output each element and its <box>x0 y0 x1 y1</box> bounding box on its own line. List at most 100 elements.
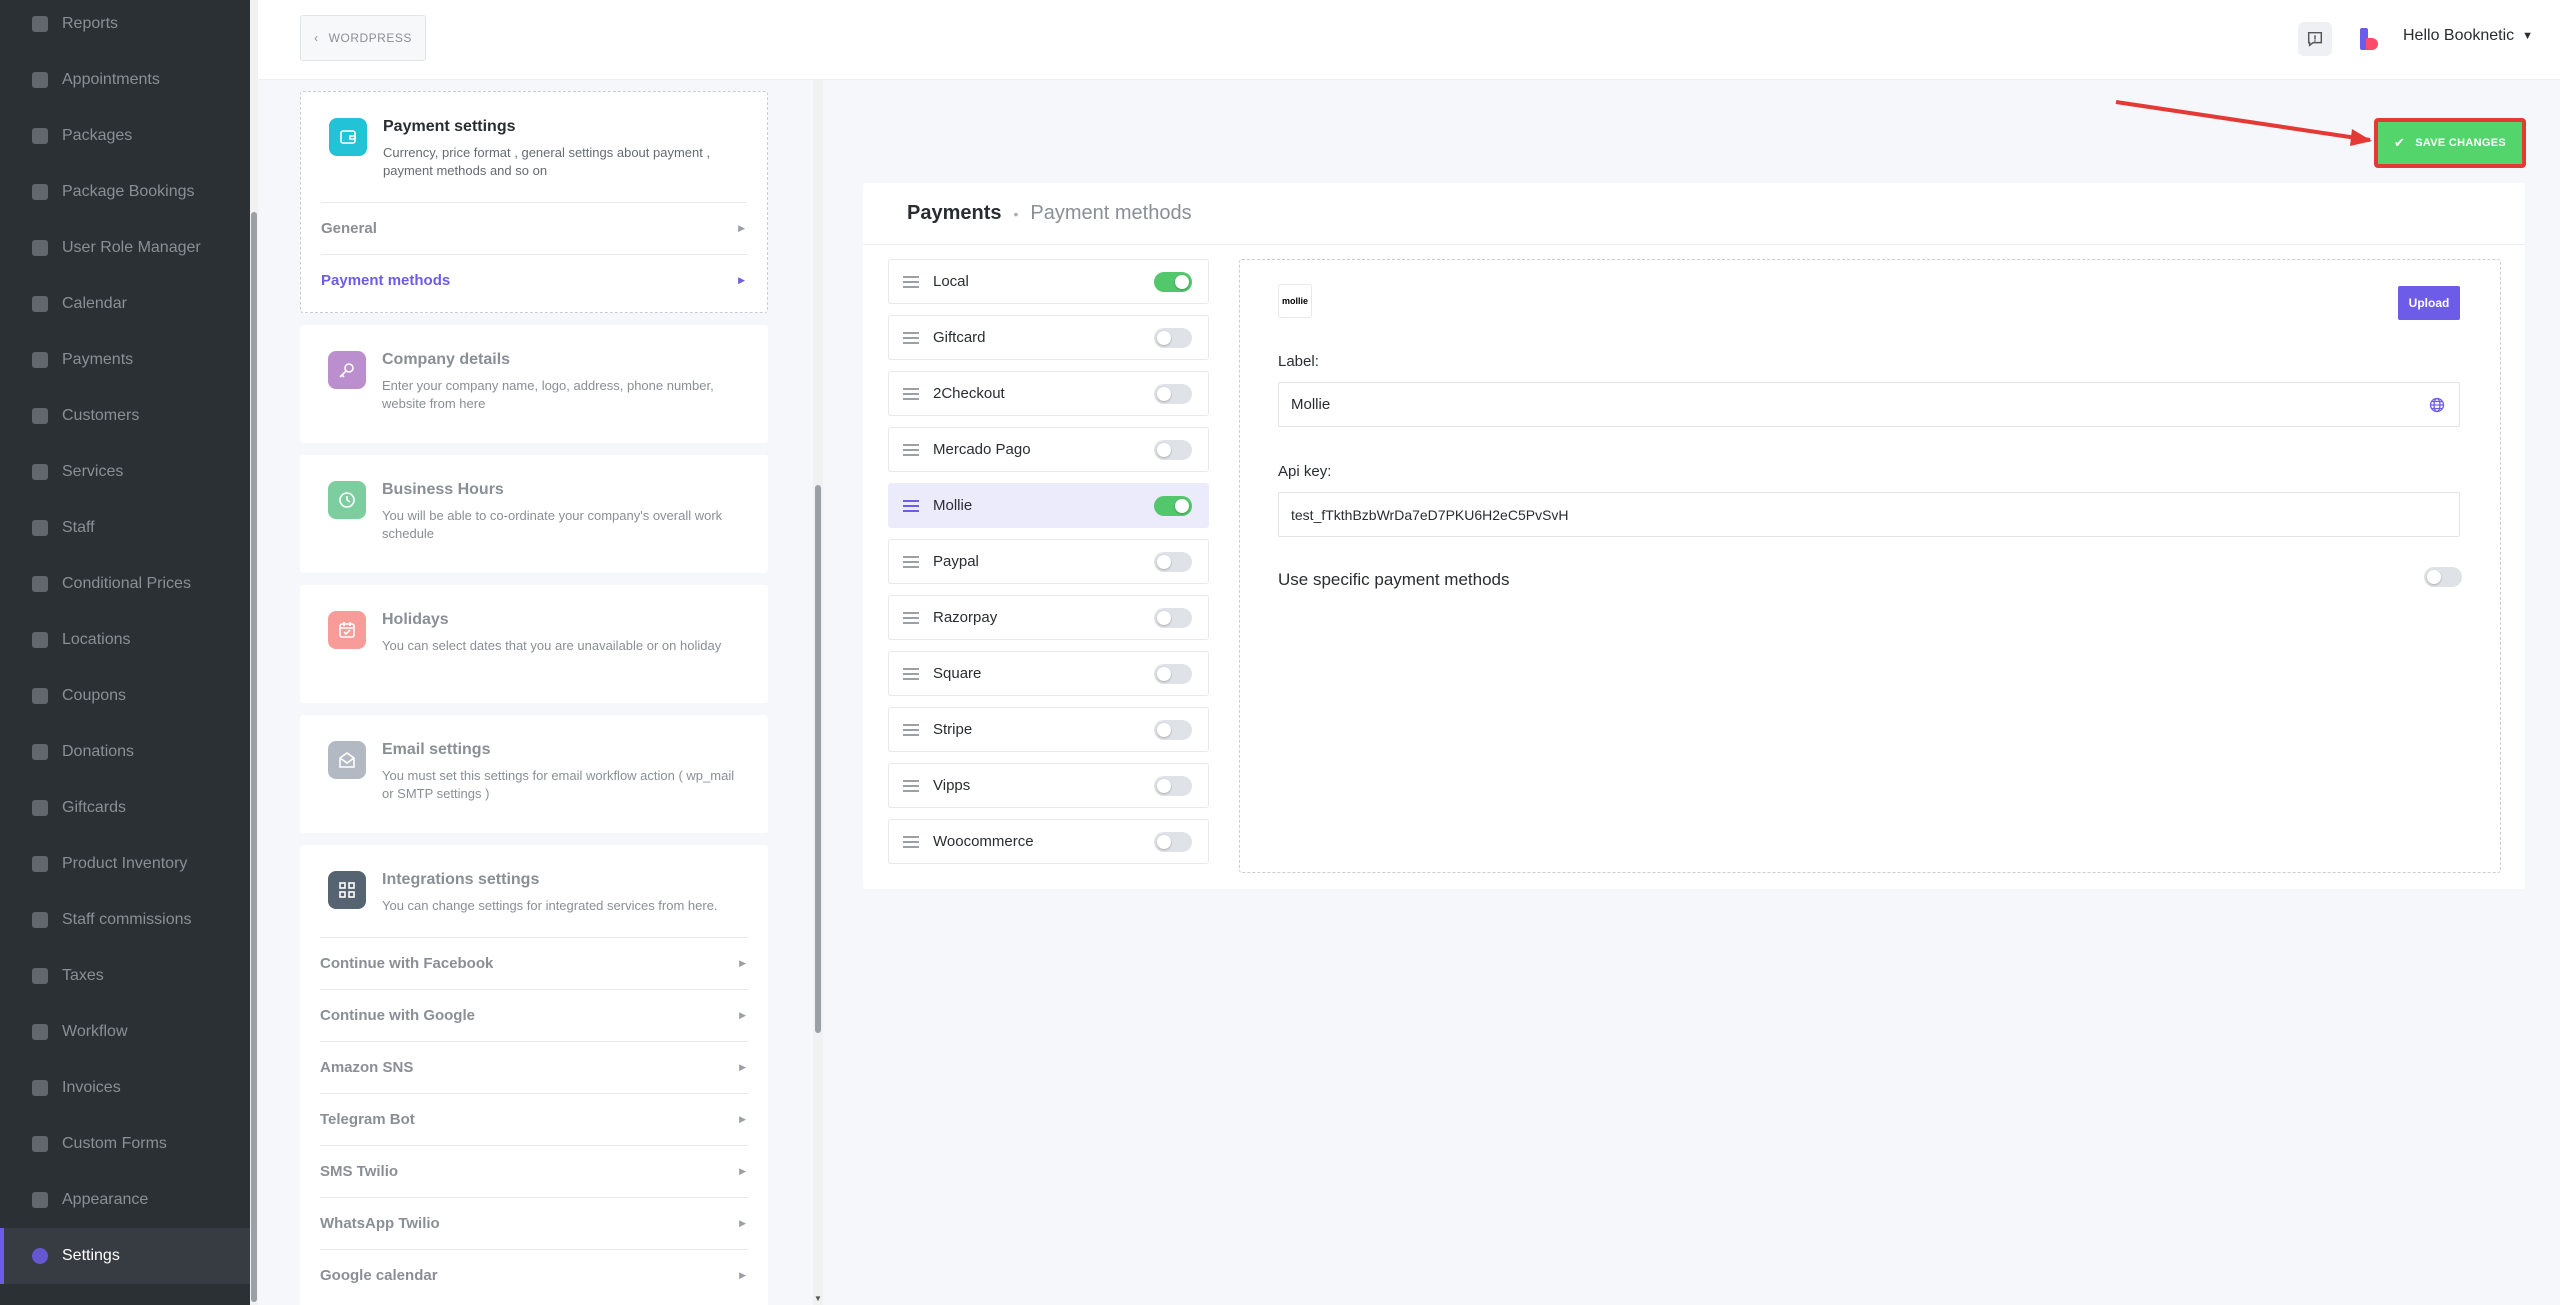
sidebar-item-calendar[interactable]: Calendar <box>0 276 250 332</box>
business-hours-card[interactable]: Business Hours You will be able to co-or… <box>300 455 768 573</box>
gateway-item-giftcard[interactable]: Giftcard <box>888 315 1209 360</box>
sidebar-item-services[interactable]: Services <box>0 444 250 500</box>
gateway-enable-toggle[interactable] <box>1154 608 1192 628</box>
sidebar-item-coupons[interactable]: Coupons <box>0 668 250 724</box>
drag-handle-icon[interactable] <box>903 331 919 344</box>
back-to-wordpress-button[interactable]: ‹ WORDPRESS <box>300 15 426 61</box>
sidebar-item-settings[interactable]: Settings <box>0 1228 250 1284</box>
sidebar-item-appointments[interactable]: Appointments <box>0 52 250 108</box>
drag-handle-icon[interactable] <box>903 275 919 288</box>
sidebar-item-staff[interactable]: Staff <box>0 500 250 556</box>
sidebar-item-packages[interactable]: Packages <box>0 108 250 164</box>
sidebar-item-staff-commissions[interactable]: Staff commissions <box>0 892 250 948</box>
holidays-card[interactable]: Holidays You can select dates that you a… <box>300 585 768 703</box>
drag-handle-icon[interactable] <box>903 611 919 624</box>
settings-panel-scrollbar-thumb[interactable] <box>815 485 821 1033</box>
drag-handle-icon[interactable] <box>903 387 919 400</box>
integrations-settings-card[interactable]: Integrations settings You can change set… <box>300 845 768 1305</box>
sidebar-item-label: Settings <box>62 1247 120 1264</box>
drag-handle-icon[interactable] <box>903 835 919 848</box>
sidebar-item-appearance[interactable]: Appearance <box>0 1172 250 1228</box>
gateway-name: 2Checkout <box>933 385 1005 402</box>
gateway-enable-toggle[interactable] <box>1154 384 1192 404</box>
email-settings-card[interactable]: Email settings You must set this setting… <box>300 715 768 833</box>
sidebar-item-payments[interactable]: Payments <box>0 332 250 388</box>
drag-handle-icon[interactable] <box>903 443 919 456</box>
settings-panel-scrollbar[interactable]: ▼ <box>813 80 823 1305</box>
gateway-item-stripe[interactable]: Stripe <box>888 707 1209 752</box>
gateway-item-square[interactable]: Square <box>888 651 1209 696</box>
gateway-item-razorpay[interactable]: Razorpay <box>888 595 1209 640</box>
sidebar-item-locations[interactable]: Locations <box>0 612 250 668</box>
save-changes-button[interactable]: ✔ SAVE CHANGES <box>2374 118 2526 168</box>
drag-handle-icon[interactable] <box>903 779 919 792</box>
sidebar-item-label: Calendar <box>62 295 127 312</box>
gateway-item-vipps[interactable]: Vipps <box>888 763 1209 808</box>
gateway-enable-toggle[interactable] <box>1154 272 1192 292</box>
sidebar-item-custom-forms[interactable]: Custom Forms <box>0 1116 250 1172</box>
cursor-icon <box>32 576 48 592</box>
sidebar-item-label: Custom Forms <box>62 1135 167 1152</box>
gateway-item-woocommerce[interactable]: Woocommerce <box>888 819 1209 864</box>
payment-settings-header[interactable]: Payment settings Currency, price format … <box>301 92 767 202</box>
integration-item[interactable]: Continue with Facebook ▶ <box>320 937 748 989</box>
drag-handle-icon[interactable] <box>903 555 919 568</box>
email-settings-title: Email settings <box>382 741 491 758</box>
help-chat-icon[interactable] <box>2298 22 2332 56</box>
specific-methods-toggle[interactable] <box>2424 567 2462 587</box>
integration-item[interactable]: WhatsApp Twilio ▶ <box>320 1197 748 1249</box>
integration-item[interactable]: Google calendar ▶ <box>320 1249 748 1301</box>
gateway-enable-toggle[interactable] <box>1154 664 1192 684</box>
drag-handle-icon[interactable] <box>903 667 919 680</box>
gateway-item-paypal[interactable]: Paypal <box>888 539 1209 584</box>
scroll-down-arrow-icon[interactable]: ▼ <box>814 1294 822 1303</box>
sidebar-item-conditional-prices[interactable]: Conditional Prices <box>0 556 250 612</box>
sidebar-item-reports[interactable]: Reports <box>0 0 250 52</box>
gateway-enable-toggle[interactable] <box>1154 552 1192 572</box>
sidebar-item-package-bookings[interactable]: Package Bookings <box>0 164 250 220</box>
apikey-input[interactable]: test_fTkthBzbWrDa7eD7PKU6H2eC5PvSvH <box>1278 492 2460 537</box>
gateway-item-local[interactable]: Local <box>888 259 1209 304</box>
sidebar-item-customers[interactable]: Customers <box>0 388 250 444</box>
gateway-enable-toggle[interactable] <box>1154 720 1192 740</box>
sidebar-item-giftcards[interactable]: Giftcards <box>0 780 250 836</box>
apikey-input-value: test_fTkthBzbWrDa7eD7PKU6H2eC5PvSvH <box>1291 506 1569 523</box>
gateway-enable-toggle[interactable] <box>1154 328 1192 348</box>
sidebar-item-user-role-manager[interactable]: User Role Manager <box>0 220 250 276</box>
integration-item[interactable]: SMS Twilio ▶ <box>320 1145 748 1197</box>
wallet-icon <box>329 118 367 156</box>
integration-item[interactable]: Telegram Bot ▶ <box>320 1093 748 1145</box>
sidebar-item-invoices[interactable]: Invoices <box>0 1060 250 1116</box>
company-details-card[interactable]: Company details Enter your company name,… <box>300 325 768 443</box>
integrations-header[interactable]: Integrations settings You can change set… <box>300 845 768 937</box>
gateway-enable-toggle[interactable] <box>1154 832 1192 852</box>
drag-handle-icon[interactable] <box>903 723 919 736</box>
integration-item[interactable]: Amazon SNS ▶ <box>320 1041 748 1093</box>
label-input[interactable]: Mollie <box>1278 382 2460 427</box>
sub-item-general[interactable]: General ▶ <box>321 202 747 254</box>
gateway-enable-toggle[interactable] <box>1154 496 1192 516</box>
sidebar-item-workflow[interactable]: Workflow <box>0 1004 250 1060</box>
gateway-enable-toggle[interactable] <box>1154 440 1192 460</box>
user-menu-dropdown[interactable]: Hello Booknetic ▼ <box>2403 27 2533 45</box>
sidebar-item-donations[interactable]: Donations <box>0 724 250 780</box>
payment-settings-card[interactable]: Payment settings Currency, price format … <box>300 91 768 313</box>
gateway-name: Paypal <box>933 553 979 570</box>
sidebar-scrollbar[interactable] <box>250 0 258 1305</box>
drag-handle-icon[interactable] <box>903 499 919 512</box>
gateway-item-mercado-pago[interactable]: Mercado Pago <box>888 427 1209 472</box>
gateway-item-2checkout[interactable]: 2Checkout <box>888 371 1209 416</box>
upload-logo-button[interactable]: Upload <box>2398 286 2460 320</box>
chevron-down-icon: ▼ <box>2522 30 2534 42</box>
sidebar-item-product-inventory[interactable]: Product Inventory <box>0 836 250 892</box>
integration-item-label: Continue with Google <box>320 1007 475 1024</box>
sidebar-item-taxes[interactable]: Taxes <box>0 948 250 1004</box>
integration-item[interactable]: Continue with Google ▶ <box>320 989 748 1041</box>
gateway-item-mollie[interactable]: Mollie <box>888 483 1209 528</box>
sub-item-payment-methods[interactable]: Payment methods ▶ <box>321 254 747 306</box>
globe-icon[interactable] <box>2429 397 2445 413</box>
user-icon <box>32 520 48 536</box>
caret-right-icon: ▶ <box>739 1114 746 1124</box>
gateway-enable-toggle[interactable] <box>1154 776 1192 796</box>
sidebar-scrollbar-thumb[interactable] <box>251 212 257 1302</box>
